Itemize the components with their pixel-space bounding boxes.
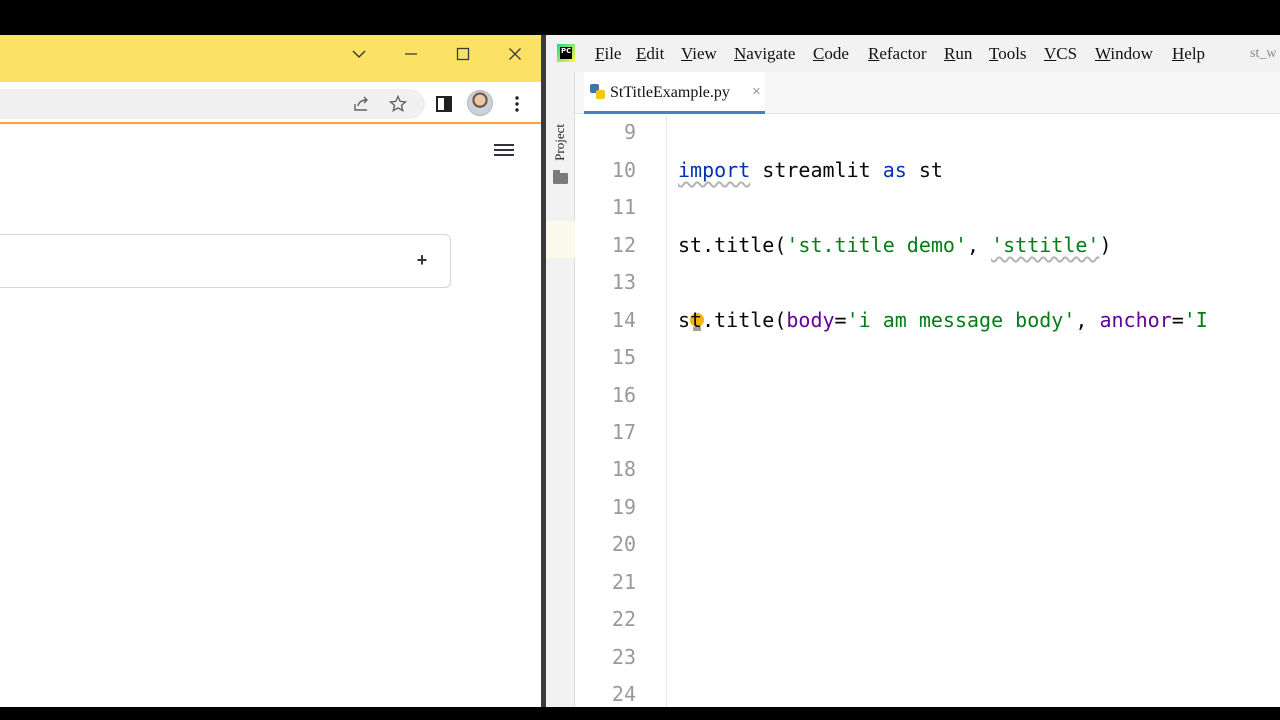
editor-tab-bar: StTitleExample.py ×	[575, 72, 1280, 114]
menu-vcs[interactable]: VCS	[1044, 44, 1077, 64]
line-number-gutter: 9 10 11 12 13 14 15 16 17 18 19 20 21 22…	[575, 115, 667, 707]
more-icon[interactable]	[504, 91, 530, 117]
avatar[interactable]	[467, 90, 493, 116]
menu-bar: PC File Edit View Navigate Code Refactor…	[546, 35, 1280, 72]
chevron-down-icon[interactable]	[344, 39, 374, 69]
tab-sttitleexample[interactable]: StTitleExample.py ×	[584, 72, 765, 114]
line-number: 19	[611, 495, 636, 519]
line-number: 12	[611, 233, 636, 257]
python-file-icon	[590, 84, 606, 100]
minimize-icon[interactable]	[396, 39, 426, 69]
menu-help[interactable]: Help	[1172, 44, 1205, 64]
project-tool-button[interactable]: Project	[552, 124, 568, 161]
line-number: 14	[611, 308, 636, 332]
streamlit-app: +	[0, 126, 543, 707]
share-icon[interactable]	[349, 91, 375, 117]
tab-label: StTitleExample.py	[610, 84, 730, 101]
maximize-icon[interactable]	[448, 39, 478, 69]
close-icon[interactable]	[500, 39, 530, 69]
line-number: 17	[611, 420, 636, 444]
browser-titlebar	[0, 35, 543, 82]
code-line[interactable]: import streamlit as st	[678, 158, 943, 182]
line-number: 20	[611, 532, 636, 556]
folder-icon[interactable]	[553, 170, 568, 184]
close-tab-icon[interactable]: ×	[752, 83, 761, 100]
pycharm-logo-icon: PC	[557, 44, 575, 62]
menu-navigate[interactable]: Navigate	[734, 44, 795, 64]
line-number: 13	[611, 270, 636, 294]
menu-view[interactable]: View	[681, 44, 717, 64]
menu-window[interactable]: Window	[1095, 44, 1153, 64]
plus-icon[interactable]: +	[411, 249, 433, 271]
address-bar[interactable]	[0, 89, 425, 119]
browser-toolbar	[0, 82, 543, 124]
menu-tools[interactable]: Tools	[989, 44, 1027, 64]
line-number: 21	[611, 570, 636, 594]
tool-window-strip: Project	[546, 72, 575, 707]
code-line[interactable]: st.title('st.title demo', 'sttitle')	[678, 233, 1112, 257]
browser-window: +	[0, 35, 543, 707]
code-editor[interactable]: import streamlit as st st.title('st.titl…	[667, 115, 1280, 707]
line-number: 11	[611, 195, 636, 219]
line-number: 24	[611, 682, 636, 706]
code-line[interactable]: st.title(body='i am message body', ancho…	[678, 308, 1208, 332]
menu-run[interactable]: Run	[944, 44, 972, 64]
text-input[interactable]: +	[0, 234, 451, 288]
hamburger-icon[interactable]	[494, 141, 514, 159]
menu-code[interactable]: Code	[813, 44, 849, 64]
line-number: 22	[611, 607, 636, 631]
menu-refactor[interactable]: Refactor	[868, 44, 927, 64]
project-name: st_w	[1250, 46, 1277, 61]
line-number: 9	[623, 120, 636, 144]
line-number: 15	[611, 345, 636, 369]
ide-window: PC File Edit View Navigate Code Refactor…	[546, 35, 1280, 707]
line-number: 16	[611, 383, 636, 407]
menu-edit[interactable]: Edit	[636, 44, 664, 64]
line-number: 18	[611, 457, 636, 481]
line-number: 23	[611, 645, 636, 669]
line-number: 10	[611, 158, 636, 182]
star-icon[interactable]	[385, 91, 411, 117]
menu-file[interactable]: File	[595, 44, 621, 64]
sidebar-icon[interactable]	[431, 91, 457, 117]
